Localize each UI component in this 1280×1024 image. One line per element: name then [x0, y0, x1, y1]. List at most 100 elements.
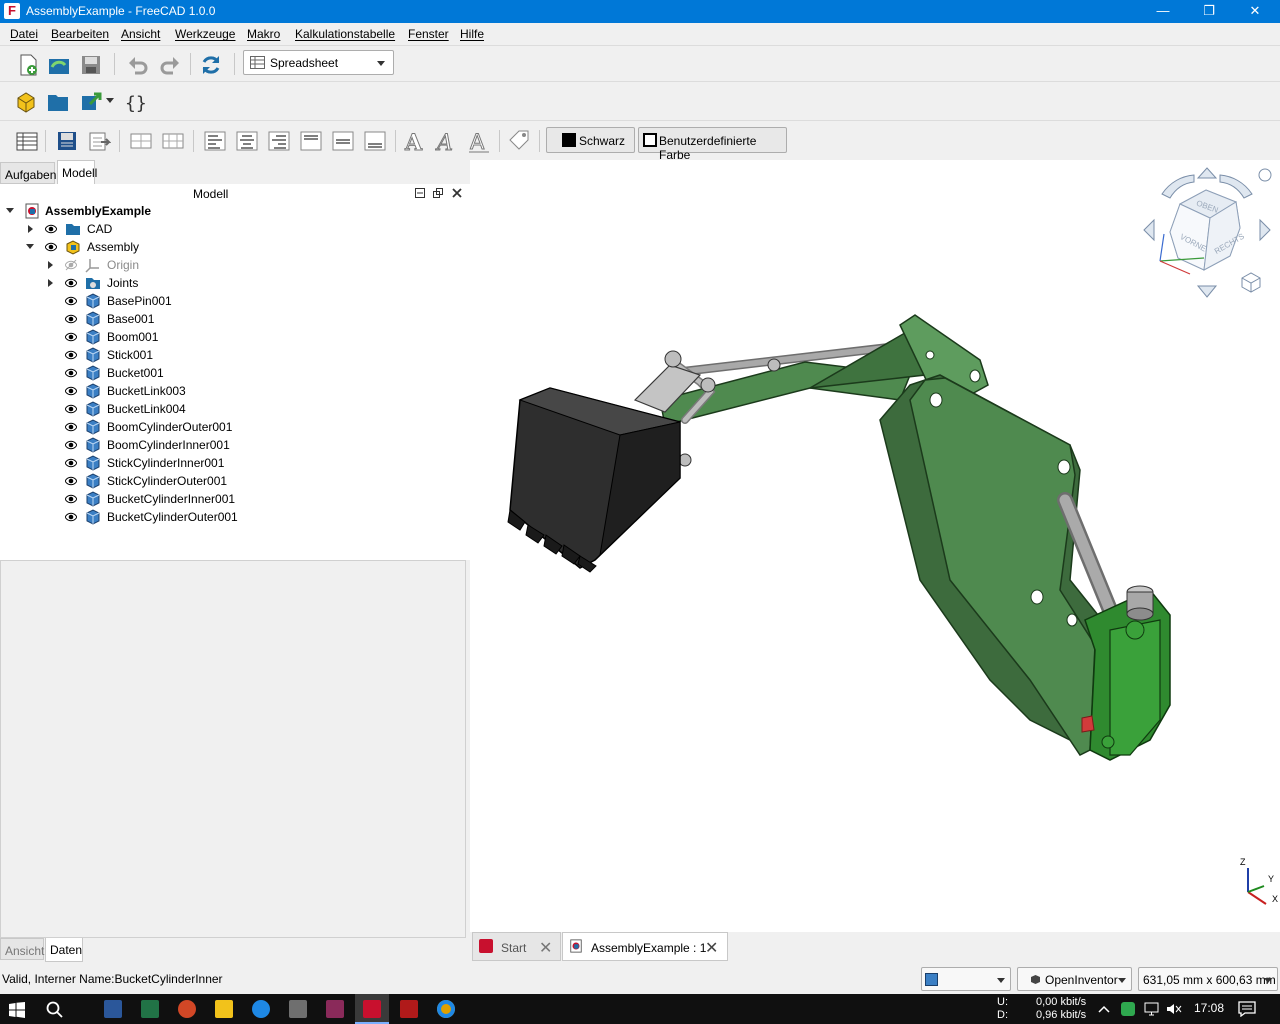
- workbench-selector[interactable]: Spreadsheet: [243, 50, 394, 75]
- undo-icon[interactable]: [126, 53, 150, 77]
- align-vcenter-icon[interactable]: [331, 129, 355, 153]
- tab-data[interactable]: Daten: [45, 938, 83, 962]
- merge-cells-icon[interactable]: [129, 129, 153, 153]
- close-button[interactable]: ✕: [1232, 0, 1278, 23]
- tab-start[interactable]: Start ✕: [472, 932, 561, 961]
- variable-set-icon[interactable]: {}: [124, 90, 148, 114]
- tree-item-part[interactable]: BasePin001: [0, 292, 470, 310]
- menu-file[interactable]: Datei: [10, 27, 38, 41]
- tree-item-origin[interactable]: Origin: [0, 256, 470, 274]
- dimension-display[interactable]: 631,05 mm x 600,63 mm: [1138, 967, 1278, 991]
- part-icon[interactable]: [14, 90, 38, 114]
- close-panel-icon[interactable]: [452, 188, 462, 198]
- rotate-left-icon[interactable]: [1161, 174, 1195, 199]
- excel-icon[interactable]: [141, 1000, 159, 1018]
- chevron-down-icon[interactable]: [6, 208, 14, 213]
- hidden-eye-icon[interactable]: [65, 259, 77, 271]
- float-panel-icon[interactable]: [433, 188, 443, 198]
- tree-item-part[interactable]: StickCylinderOuter001: [0, 472, 470, 490]
- align-center-icon[interactable]: [235, 129, 259, 153]
- draw-style-selector[interactable]: [921, 967, 1011, 991]
- open-document-icon[interactable]: [47, 53, 71, 77]
- tree-item-part[interactable]: Bucket001: [0, 364, 470, 382]
- visibility-eye-icon[interactable]: [65, 511, 77, 523]
- tree-item-part[interactable]: BucketCylinderInner001: [0, 490, 470, 508]
- speaker-muted-icon[interactable]: [1166, 1002, 1182, 1016]
- import-spreadsheet-icon[interactable]: [55, 129, 79, 153]
- tree-item-assembly[interactable]: Assembly: [0, 238, 470, 256]
- new-document-icon[interactable]: [16, 53, 40, 77]
- italic-icon[interactable]: A: [435, 129, 459, 154]
- archive-icon[interactable]: [326, 1000, 344, 1018]
- app-icon[interactable]: [252, 1000, 270, 1018]
- navigation-cube[interactable]: OBEN VORNE RECHTS: [1134, 160, 1280, 300]
- clock[interactable]: 17:08: [1194, 1002, 1224, 1015]
- close-icon[interactable]: ✕: [705, 938, 718, 958]
- menu-spreadsheet[interactable]: Kalkulationstabelle: [295, 27, 395, 41]
- menu-tools[interactable]: Werkzeuge: [175, 27, 235, 41]
- chevron-right-icon[interactable]: [48, 261, 53, 269]
- link-icon[interactable]: [80, 90, 104, 114]
- chevron-down-icon[interactable]: [106, 98, 114, 103]
- puzzle-icon[interactable]: [400, 1000, 418, 1018]
- tree-item-cad[interactable]: CAD: [0, 220, 470, 238]
- tab-model[interactable]: Modell: [57, 160, 97, 184]
- refresh-icon[interactable]: [199, 53, 223, 77]
- rotate-right-icon[interactable]: [1219, 174, 1253, 199]
- explorer-icon[interactable]: [215, 1000, 233, 1018]
- freecad-icon[interactable]: [363, 1000, 381, 1018]
- align-left-icon[interactable]: [203, 129, 227, 153]
- tree-item-part[interactable]: StickCylinderInner001: [0, 454, 470, 472]
- tree-item-root[interactable]: AssemblyExample: [0, 202, 470, 220]
- network-icon[interactable]: [1143, 1002, 1160, 1016]
- collapse-panel-icon[interactable]: [415, 188, 425, 198]
- menu-edit[interactable]: Bearbeiten: [51, 27, 109, 41]
- menu-help[interactable]: Hilfe: [460, 27, 484, 41]
- windows-start-icon[interactable]: [9, 1002, 25, 1018]
- visibility-eye-icon[interactable]: [65, 385, 77, 397]
- search-icon[interactable]: [46, 1001, 63, 1018]
- tab-tasks[interactable]: Aufgaben: [0, 162, 56, 184]
- align-bottom-icon[interactable]: [363, 129, 387, 153]
- visibility-eye-icon[interactable]: [45, 223, 57, 235]
- visibility-eye-icon[interactable]: [65, 475, 77, 487]
- tab-assembly-example[interactable]: AssemblyExample : 1 ✕: [562, 932, 728, 961]
- visibility-eye-icon[interactable]: [45, 241, 57, 253]
- save-document-icon[interactable]: [79, 53, 103, 77]
- chevron-down-icon[interactable]: [26, 244, 34, 249]
- export-spreadsheet-icon[interactable]: [87, 129, 111, 153]
- create-spreadsheet-icon[interactable]: [15, 129, 39, 153]
- menu-view[interactable]: Ansicht: [121, 27, 160, 41]
- chevron-right-icon[interactable]: [48, 279, 53, 287]
- minimize-button[interactable]: —: [1140, 0, 1186, 23]
- tree-item-part[interactable]: BucketLink004: [0, 400, 470, 418]
- bold-icon[interactable]: A: [403, 129, 427, 154]
- visibility-eye-icon[interactable]: [65, 421, 77, 433]
- menu-macro[interactable]: Makro: [247, 27, 280, 41]
- arrow-down-icon[interactable]: [1196, 285, 1218, 298]
- visibility-eye-icon[interactable]: [65, 439, 77, 451]
- visibility-eye-icon[interactable]: [65, 349, 77, 361]
- tree-item-part[interactable]: BoomCylinderOuter001: [0, 418, 470, 436]
- chevron-right-icon[interactable]: [28, 225, 33, 233]
- visibility-eye-icon[interactable]: [65, 367, 77, 379]
- align-right-icon[interactable]: [267, 129, 291, 153]
- tab-view[interactable]: Ansicht: [0, 938, 44, 960]
- tree-item-part[interactable]: BucketCylinderOuter001: [0, 508, 470, 526]
- property-editor[interactable]: [0, 560, 466, 938]
- alias-tag-icon[interactable]: [507, 129, 531, 153]
- visibility-eye-icon[interactable]: [65, 331, 77, 343]
- maximize-button[interactable]: ❐: [1186, 0, 1232, 23]
- word-icon[interactable]: [104, 1000, 122, 1018]
- visibility-eye-icon[interactable]: [65, 313, 77, 325]
- underline-icon[interactable]: A: [467, 129, 491, 153]
- align-top-icon[interactable]: [299, 129, 323, 153]
- group-icon[interactable]: [46, 90, 70, 114]
- tree-item-part[interactable]: Base001: [0, 310, 470, 328]
- tree-item-part[interactable]: Boom001: [0, 328, 470, 346]
- tree-item-part[interactable]: BucketLink003: [0, 382, 470, 400]
- calculator-icon[interactable]: [289, 1000, 307, 1018]
- chrome-icon[interactable]: [437, 1000, 455, 1018]
- arrow-left-icon[interactable]: [1143, 218, 1155, 242]
- 3d-view[interactable]: OBEN VORNE RECHTS Z Y X: [470, 160, 1280, 932]
